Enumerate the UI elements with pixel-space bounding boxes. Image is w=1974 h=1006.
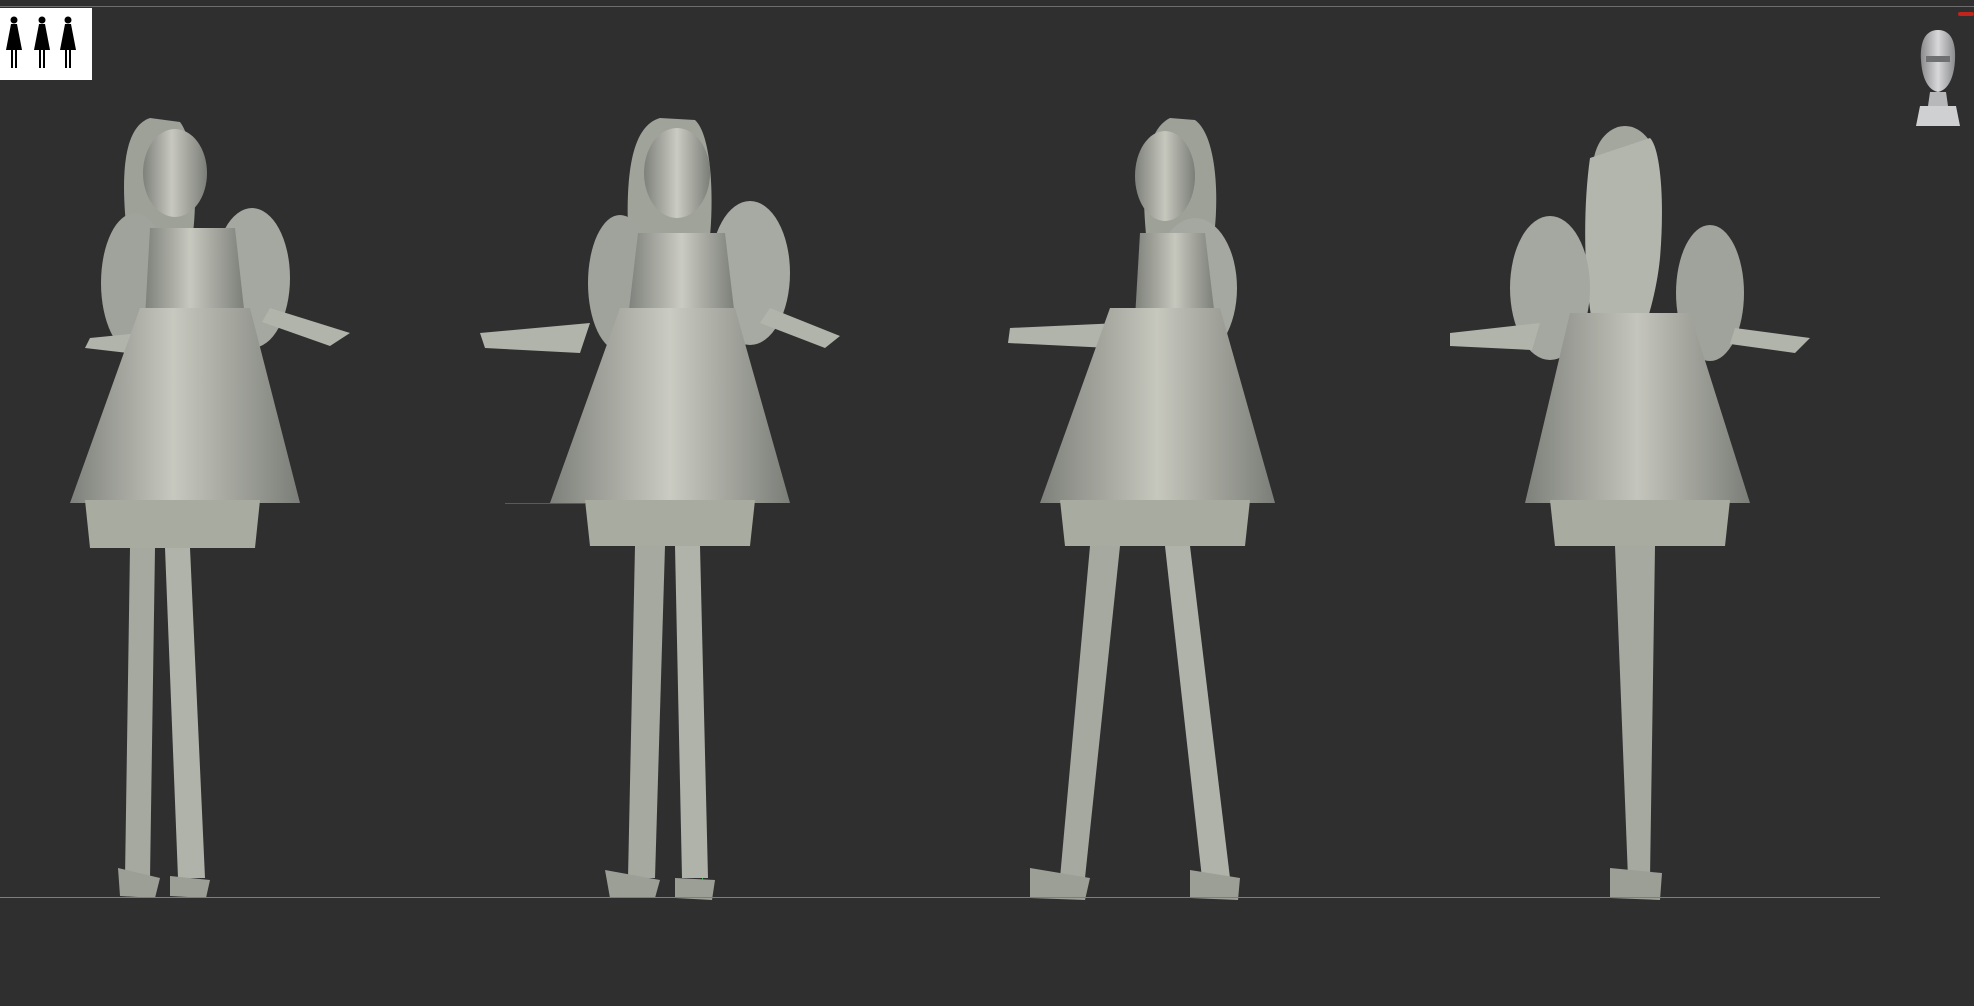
3d-viewport[interactable] <box>0 0 1974 1006</box>
model-figure-back[interactable] <box>1450 108 1830 900</box>
model-figure-front[interactable] <box>480 108 890 900</box>
model-figure-icon <box>480 118 840 900</box>
model-figure-icon <box>1450 126 1810 900</box>
viewport-top-border <box>0 6 1974 7</box>
model-figure-icon <box>1008 118 1275 900</box>
silhouette-thumbnail-icon <box>6 16 76 68</box>
ground-plane-line <box>0 897 1880 898</box>
silhouette-thumbnail[interactable] <box>0 8 92 80</box>
model-figure-front-three-quarter[interactable] <box>30 108 410 900</box>
axis-indicator-mark <box>1958 12 1974 16</box>
model-figure-side-three-quarter[interactable] <box>990 108 1370 900</box>
model-figure-icon <box>70 118 350 898</box>
head-navigation-icon <box>1916 30 1960 126</box>
head-navigation-widget[interactable] <box>1912 26 1964 130</box>
